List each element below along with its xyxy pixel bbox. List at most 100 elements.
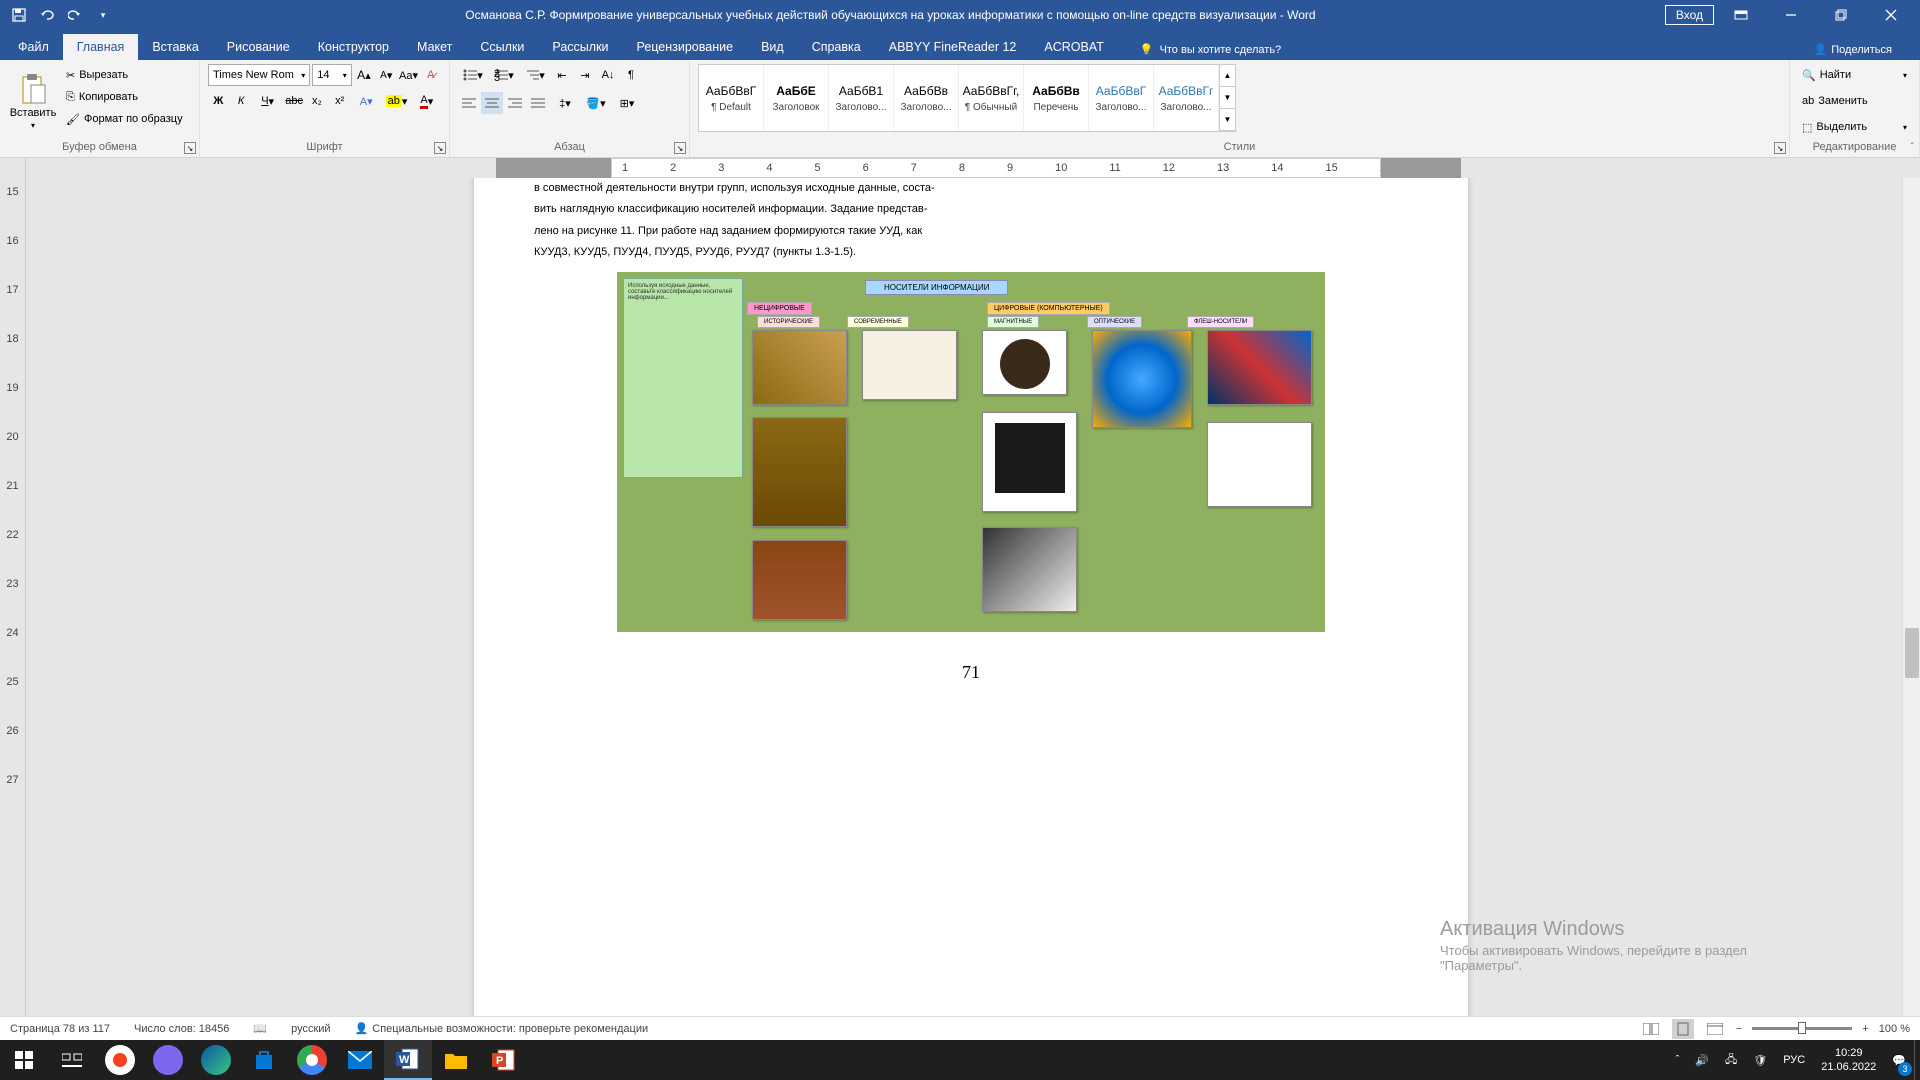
maximize-button[interactable] xyxy=(1818,0,1864,30)
tray-network[interactable]: 🖧 xyxy=(1717,1040,1745,1080)
accessibility-indicator[interactable]: 👤Специальные возможности: проверьте реко… xyxy=(355,1022,649,1035)
borders-button[interactable]: ⊞▾ xyxy=(612,92,642,114)
tab-mailings[interactable]: Рассылки xyxy=(538,34,622,60)
tray-expand-button[interactable]: ˆ xyxy=(1668,1040,1688,1080)
qat-customize[interactable]: ▾ xyxy=(90,2,116,28)
taskbar-app-store[interactable] xyxy=(240,1040,288,1080)
page-indicator[interactable]: Страница 78 из 117 xyxy=(10,1023,110,1035)
task-view-button[interactable] xyxy=(48,1040,96,1080)
justify-button[interactable] xyxy=(527,92,549,114)
tab-insert[interactable]: Вставка xyxy=(138,34,212,60)
login-button[interactable]: Вход xyxy=(1665,5,1714,25)
vertical-scrollbar[interactable] xyxy=(1902,178,1920,1051)
document-page[interactable]: в совместной деятельности внутри групп, … xyxy=(474,178,1468,1033)
taskbar-app-edge[interactable] xyxy=(192,1040,240,1080)
cut-button[interactable]: ✂Вырезать xyxy=(62,64,187,86)
embedded-figure[interactable]: Используя исходные данные, составьте кла… xyxy=(617,272,1325,632)
style-item[interactable]: АаБбВвГЗаголово... xyxy=(1089,65,1154,131)
show-marks-button[interactable]: ¶ xyxy=(620,64,642,86)
font-launcher[interactable]: ↘ xyxy=(434,142,446,154)
zoom-slider-thumb[interactable] xyxy=(1798,1022,1806,1034)
collapse-ribbon-button[interactable]: ˆ xyxy=(1911,142,1914,153)
share-button[interactable]: 👤 Поделиться xyxy=(1806,39,1900,60)
subscript-button[interactable]: x₂ xyxy=(307,90,328,112)
decrease-indent-button[interactable]: ⇤ xyxy=(551,64,573,86)
zoom-level[interactable]: 100 % xyxy=(1879,1023,1910,1035)
change-case-button[interactable]: Aa▾ xyxy=(398,64,418,86)
tab-home[interactable]: Главная xyxy=(63,34,139,60)
tell-me-search[interactable]: 💡 Что вы хотите сделать? xyxy=(1132,39,1289,60)
bold-button[interactable]: Ж xyxy=(208,90,229,112)
close-button[interactable] xyxy=(1868,0,1914,30)
shrink-font-button[interactable]: A▾ xyxy=(376,64,396,86)
multilevel-button[interactable]: ▾ xyxy=(520,64,550,86)
taskbar-app-yandex[interactable] xyxy=(96,1040,144,1080)
doc-paragraph[interactable]: вить наглядную классификацию носителей и… xyxy=(534,199,1408,220)
tab-design[interactable]: Конструктор xyxy=(304,34,403,60)
gallery-scroll[interactable]: ▲▼▼ xyxy=(1219,65,1235,131)
tab-layout[interactable]: Макет xyxy=(403,34,466,60)
find-button[interactable]: 🔍Найти▾ xyxy=(1798,64,1911,86)
align-right-button[interactable] xyxy=(504,92,526,114)
tab-file[interactable]: Файл xyxy=(4,34,63,60)
minimize-button[interactable] xyxy=(1768,0,1814,30)
tab-acrobat[interactable]: ACROBAT xyxy=(1030,34,1118,60)
print-layout-button[interactable] xyxy=(1672,1019,1694,1039)
gallery-down[interactable]: ▼ xyxy=(1220,87,1235,109)
style-item[interactable]: АаБбЕЗаголовок xyxy=(764,65,829,131)
paste-button[interactable]: Вставить ▾ xyxy=(8,64,58,139)
style-item[interactable]: АаБбВвЗаголово... xyxy=(894,65,959,131)
taskbar-app-mail[interactable] xyxy=(336,1040,384,1080)
show-desktop-button[interactable] xyxy=(1914,1040,1920,1080)
increase-indent-button[interactable]: ⇥ xyxy=(574,64,596,86)
clear-format-button[interactable]: A̷ xyxy=(421,64,441,86)
styles-launcher[interactable]: ↘ xyxy=(1774,142,1786,154)
tray-notifications[interactable]: 💬 3 xyxy=(1884,1040,1914,1080)
style-item[interactable]: АаБбВвПеречень xyxy=(1024,65,1089,131)
zoom-out-button[interactable]: − xyxy=(1736,1023,1742,1035)
zoom-in-button[interactable]: + xyxy=(1862,1023,1868,1035)
sort-button[interactable]: A↓ xyxy=(597,64,619,86)
superscript-button[interactable]: x² xyxy=(329,90,350,112)
gallery-up[interactable]: ▲ xyxy=(1220,65,1235,87)
numbering-button[interactable]: 123▾ xyxy=(489,64,519,86)
tab-draw[interactable]: Рисование xyxy=(213,34,304,60)
font-size-input[interactable]: 14▾ xyxy=(312,64,352,86)
spellcheck-indicator[interactable]: 📖 xyxy=(253,1022,267,1035)
highlight-button[interactable]: ab▾ xyxy=(382,90,410,112)
grow-font-button[interactable]: A▴ xyxy=(354,64,374,86)
strike-button[interactable]: abc xyxy=(284,90,305,112)
paragraph-launcher[interactable]: ↘ xyxy=(674,142,686,154)
doc-paragraph[interactable]: в совместной деятельности внутри групп, … xyxy=(534,178,1408,199)
shading-button[interactable]: 🪣▾ xyxy=(581,92,611,114)
text-effects-button[interactable]: A▾ xyxy=(352,90,380,112)
tab-help[interactable]: Справка xyxy=(798,34,875,60)
scrollbar-thumb[interactable] xyxy=(1905,628,1919,678)
read-mode-button[interactable] xyxy=(1640,1019,1662,1039)
taskbar-app-chrome[interactable] xyxy=(288,1040,336,1080)
save-button[interactable] xyxy=(6,2,32,28)
ribbon-display-button[interactable] xyxy=(1718,0,1764,30)
format-painter-button[interactable]: 🖌Формат по образцу xyxy=(62,108,187,130)
doc-paragraph[interactable]: лено на рисунке 11. При работе над задан… xyxy=(534,221,1408,242)
taskbar-app-explorer[interactable] xyxy=(432,1040,480,1080)
tray-clock[interactable]: 10:29 21.06.2022 xyxy=(1813,1046,1884,1075)
copy-button[interactable]: ⎘Копировать xyxy=(62,86,187,108)
align-center-button[interactable] xyxy=(481,92,503,114)
taskbar-app-word[interactable]: W xyxy=(384,1040,432,1080)
tray-volume[interactable]: 🔊 xyxy=(1687,1040,1717,1080)
tab-view[interactable]: Вид xyxy=(747,34,798,60)
word-count[interactable]: Число слов: 18456 xyxy=(134,1023,229,1035)
tray-security[interactable]: 🛡 xyxy=(1745,1040,1775,1080)
style-item[interactable]: АаБбВвГг,¶ Обычный xyxy=(959,65,1024,131)
ruler-vertical[interactable]: 15161718192021222324252627 xyxy=(0,178,26,1051)
style-item[interactable]: АаБбВвГгЗаголово... xyxy=(1154,65,1219,131)
italic-button[interactable]: К xyxy=(231,90,252,112)
language-indicator[interactable]: русский xyxy=(291,1023,330,1035)
gallery-more[interactable]: ▼ xyxy=(1220,109,1235,131)
font-color-button[interactable]: A▾ xyxy=(413,90,441,112)
undo-button[interactable] xyxy=(34,2,60,28)
tab-review[interactable]: Рецензирование xyxy=(623,34,748,60)
doc-paragraph[interactable]: КУУД3, КУУД5, ПУУД4, ПУУД5, РУУД6, РУУД7… xyxy=(534,242,1408,263)
tab-references[interactable]: Ссылки xyxy=(466,34,538,60)
